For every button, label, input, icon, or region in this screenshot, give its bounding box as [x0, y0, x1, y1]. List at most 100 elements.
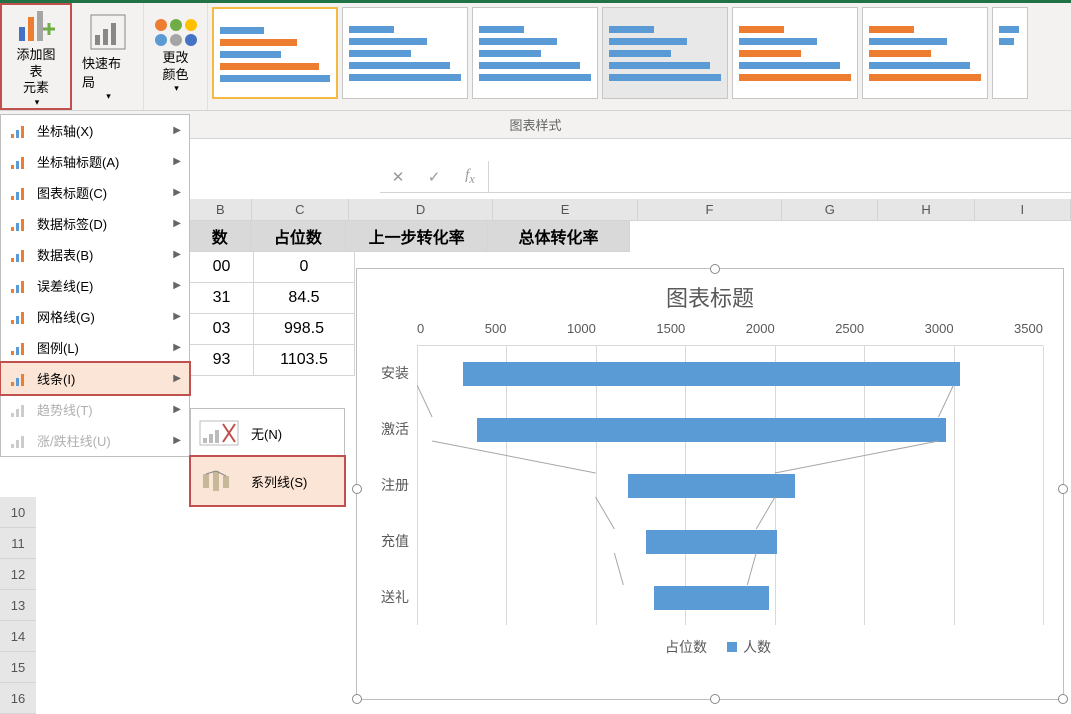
menu-item-label: 趋势线(T) — [37, 400, 93, 419]
row-headers: 10111213141516 — [0, 497, 36, 714]
menu-item-label: 坐标轴(X) — [37, 121, 93, 140]
submenu-none[interactable]: 无(N) — [191, 409, 344, 457]
category-label: 送礼 — [371, 587, 417, 607]
fx-icon[interactable]: fx — [452, 167, 488, 187]
chevron-right-icon: ▶ — [173, 280, 181, 291]
col-header-B[interactable]: B — [190, 199, 252, 221]
menu-item-lines[interactable]: 线条(I)▶ — [0, 361, 191, 396]
table-header: 数 — [190, 221, 251, 252]
chart-legend: 占位数 人数 — [357, 625, 1063, 669]
formula-input[interactable] — [488, 161, 1071, 192]
gridlines-icon — [9, 308, 27, 326]
menu-item-label: 网格线(G) — [37, 307, 95, 326]
add-element-dropdown: 坐标轴(X)▶坐标轴标题(A)▶图表标题(C)▶数据标签(D)▶数据表(B)▶误… — [0, 114, 190, 457]
menu-item-axis-title[interactable]: 坐标轴标题(A)▶ — [1, 146, 189, 177]
cancel-icon[interactable]: ✕ — [380, 168, 416, 186]
series-lines-icon — [199, 467, 239, 495]
data-labels-icon — [9, 215, 27, 233]
axis-tick: 2000 — [746, 321, 775, 345]
table-cell[interactable]: 93 — [190, 345, 254, 376]
menu-item-chart-title[interactable]: 图表标题(C)▶ — [1, 177, 189, 208]
chevron-right-icon: ▶ — [173, 249, 181, 260]
submenu-series-lines[interactable]: 系列线(S) — [189, 455, 346, 507]
none-icon — [199, 419, 239, 447]
legend-item-2: 人数 — [727, 637, 771, 657]
menu-item-label: 图例(L) — [37, 338, 79, 357]
chart-style-2[interactable] — [342, 7, 468, 99]
menu-item-gridlines[interactable]: 网格线(G)▶ — [1, 301, 189, 332]
menu-item-error-bars[interactable]: 误差线(E) ▶ — [1, 270, 189, 301]
table-cell[interactable]: 31 — [190, 283, 254, 314]
row-header-12[interactable]: 12 — [0, 559, 36, 590]
add-chart-element-label: 添加图表 元素 — [12, 47, 60, 98]
quick-layout-icon — [87, 11, 129, 53]
row-header-14[interactable]: 14 — [0, 621, 36, 652]
quick-layout-button[interactable]: 快速布局▾ — [72, 3, 144, 110]
chevron-right-icon: ▶ — [173, 404, 181, 415]
table-header: 占位数 — [251, 221, 347, 252]
menu-item-data-labels[interactable]: 数据标签(D)▶ — [1, 208, 189, 239]
row-header-10[interactable]: 10 — [0, 497, 36, 528]
chevron-right-icon: ▶ — [173, 342, 181, 353]
lines-submenu: 无(N) 系列线(S) — [190, 408, 345, 506]
table-cell[interactable]: 84.5 — [254, 283, 355, 314]
chart-style-3[interactable] — [472, 7, 598, 99]
table-cell[interactable]: 03 — [190, 314, 254, 345]
col-header-F[interactable]: F — [638, 199, 782, 221]
series-connectors — [417, 345, 1043, 625]
col-header-G[interactable]: G — [782, 199, 878, 221]
axis-tick: 2500 — [835, 321, 864, 345]
axis-tick: 3500 — [1014, 321, 1043, 345]
menu-item-data-table[interactable]: 数据表(B) ▶ — [1, 239, 189, 270]
change-color-button[interactable]: 更改 颜色▾ — [144, 3, 208, 110]
chart-title[interactable]: 图表标题 — [357, 269, 1063, 321]
menu-item-legend[interactable]: 图例(L) ▶ — [1, 332, 189, 363]
legend-item-1: 占位数 — [649, 637, 707, 657]
col-header-H[interactable]: H — [878, 199, 974, 221]
category-label: 安装 — [371, 363, 417, 383]
row-header-16[interactable]: 16 — [0, 683, 36, 714]
row-header-11[interactable]: 11 — [0, 528, 36, 559]
axis-tick: 500 — [485, 321, 507, 345]
chevron-right-icon: ▶ — [173, 156, 181, 167]
submenu-none-label: 无(N) — [251, 424, 282, 443]
chart-style-6[interactable] — [862, 7, 988, 99]
embedded-chart[interactable]: 图表标题 0500100015002000250030003500 安装激活注册… — [356, 268, 1064, 700]
formula-bar: ✕ ✓ fx — [380, 161, 1071, 193]
category-label: 充值 — [371, 531, 417, 551]
col-header-D[interactable]: D — [349, 199, 493, 221]
table-cell[interactable]: 998.5 — [254, 314, 355, 345]
col-header-I[interactable]: I — [975, 199, 1071, 221]
menu-item-label: 涨/跌柱线(U) — [37, 431, 111, 450]
table-cell[interactable]: 1103.5 — [254, 345, 355, 376]
axis-tick: 1500 — [656, 321, 685, 345]
menu-item-label: 线条(I) — [37, 369, 75, 388]
chart-style-7[interactable] — [992, 7, 1028, 99]
col-header-E[interactable]: E — [493, 199, 637, 221]
submenu-series-lines-label: 系列线(S) — [251, 472, 307, 491]
chart-x-axis: 0500100015002000250030003500 — [417, 321, 1043, 345]
row-header-13[interactable]: 13 — [0, 590, 36, 621]
enter-icon[interactable]: ✓ — [416, 168, 452, 186]
table-header: 总体转化率 — [488, 221, 630, 252]
menu-item-axis[interactable]: 坐标轴(X) ▶ — [1, 115, 189, 146]
menu-item-trendline: 趋势线(T) ▶ — [1, 394, 189, 425]
chart-style-1[interactable] — [212, 7, 338, 99]
chevron-right-icon: ▶ — [173, 435, 181, 446]
menu-item-label: 误差线(E) — [37, 276, 93, 295]
row-header-15[interactable]: 15 — [0, 652, 36, 683]
table-cell[interactable]: 0 — [254, 252, 355, 283]
quick-layout-label: 快速布局 — [82, 53, 133, 91]
error-bars-icon — [9, 277, 27, 295]
column-headers: BCDEFGHI — [190, 199, 1071, 221]
chart-style-4[interactable] — [602, 7, 728, 99]
chevron-right-icon: ▶ — [173, 125, 181, 136]
add-chart-element-button[interactable]: 添加图表 元素▾ — [0, 3, 72, 110]
menu-item-updown: 涨/跌柱线(U) ▶ — [1, 425, 189, 456]
menu-item-label: 数据标签(D) — [37, 214, 107, 233]
col-header-C[interactable]: C — [252, 199, 349, 221]
menu-item-label: 图表标题(C) — [37, 183, 107, 202]
menu-item-label: 数据表(B) — [37, 245, 93, 264]
table-cell[interactable]: 00 — [190, 252, 254, 283]
chart-style-5[interactable] — [732, 7, 858, 99]
